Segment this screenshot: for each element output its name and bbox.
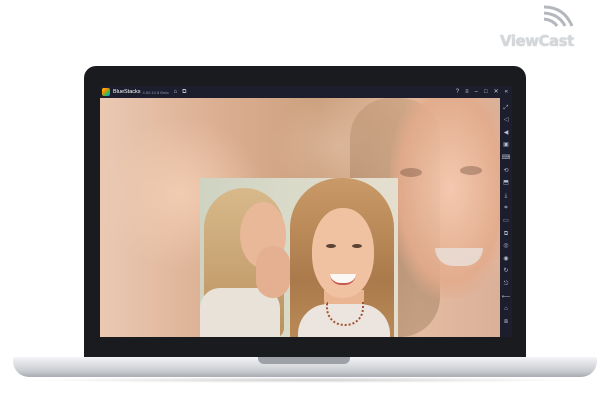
eco-mode-icon[interactable]: ◉ xyxy=(500,256,512,262)
app-content-area[interactable] xyxy=(100,98,500,337)
minimize-icon[interactable]: – xyxy=(475,86,478,98)
screen-record-icon[interactable]: ▣ xyxy=(500,142,512,148)
background-photo-eye xyxy=(460,166,482,175)
volume-down-icon[interactable]: ◀ xyxy=(500,130,512,136)
back-icon[interactable]: ⟵ xyxy=(500,294,512,300)
recent-apps-icon[interactable]: ⧈ xyxy=(500,319,512,325)
home-icon[interactable]: ⌂ xyxy=(500,306,512,312)
keyboard-icon[interactable]: ⌨ xyxy=(500,155,512,161)
maximize-icon[interactable]: □ xyxy=(484,86,488,98)
rotate-icon[interactable]: ⟲ xyxy=(500,168,512,174)
apk-install-icon[interactable]: ⬒ xyxy=(500,180,512,186)
fullscreen-icon[interactable]: ⤢ xyxy=(500,105,512,111)
app-name: BlueStacks xyxy=(113,89,141,95)
photo-eye xyxy=(326,244,336,248)
laptop-base-notch xyxy=(258,357,350,364)
settings-icon[interactable]: ⎋ xyxy=(500,281,512,287)
app-version: 4.60.10.8 Beta xyxy=(142,89,169,95)
folder-icon[interactable]: ▭ xyxy=(500,218,512,224)
macro-icon[interactable]: ⌗ xyxy=(500,205,512,211)
watermark-text: ViewCast xyxy=(500,32,574,50)
bluestacks-logo-icon xyxy=(102,88,110,96)
foreground-photo xyxy=(200,178,398,337)
multi-instance-icon[interactable]: ⧉ xyxy=(182,86,186,98)
viewcast-watermark: ViewCast xyxy=(500,4,592,50)
menu-icon[interactable]: ≡ xyxy=(465,86,469,98)
sync-icon[interactable]: ↻ xyxy=(500,268,512,274)
location-icon[interactable]: ◎ xyxy=(500,243,512,249)
bluestacks-titlebar: BlueStacks 4.60.10.8 Beta ⌂ ⧉ ? ≡ – □ ✕ … xyxy=(100,86,512,98)
laptop-shadow xyxy=(30,377,580,383)
laptop-screen: BlueStacks 4.60.10.8 Beta ⌂ ⧉ ? ≡ – □ ✕ … xyxy=(100,86,512,337)
help-icon[interactable]: ? xyxy=(456,86,459,98)
window-controls: ? ≡ – □ ✕ « xyxy=(450,86,512,98)
photo-hand xyxy=(256,246,290,298)
volume-up-icon[interactable]: ◁ xyxy=(500,117,512,123)
screenshot-icon[interactable]: ⤓ xyxy=(500,193,512,199)
wifi-logo-icon xyxy=(543,5,574,27)
multi-instance-icon[interactable]: ⧉ xyxy=(500,231,512,237)
home-icon[interactable]: ⌂ xyxy=(174,86,178,98)
background-photo-eye xyxy=(400,168,422,177)
bluestacks-sidebar: ⤢ ◁ ◀ ▣ ⌨ ⟲ ⬒ ⤓ ⌗ ▭ ⧉ ◎ ◉ ↻ ⎋ ⟵ ⌂ ⧈ xyxy=(500,98,512,337)
photo-eye xyxy=(352,244,362,248)
collapse-sidebar-icon[interactable]: « xyxy=(505,86,508,98)
close-icon[interactable]: ✕ xyxy=(494,86,499,98)
background-photo-face xyxy=(390,98,500,298)
